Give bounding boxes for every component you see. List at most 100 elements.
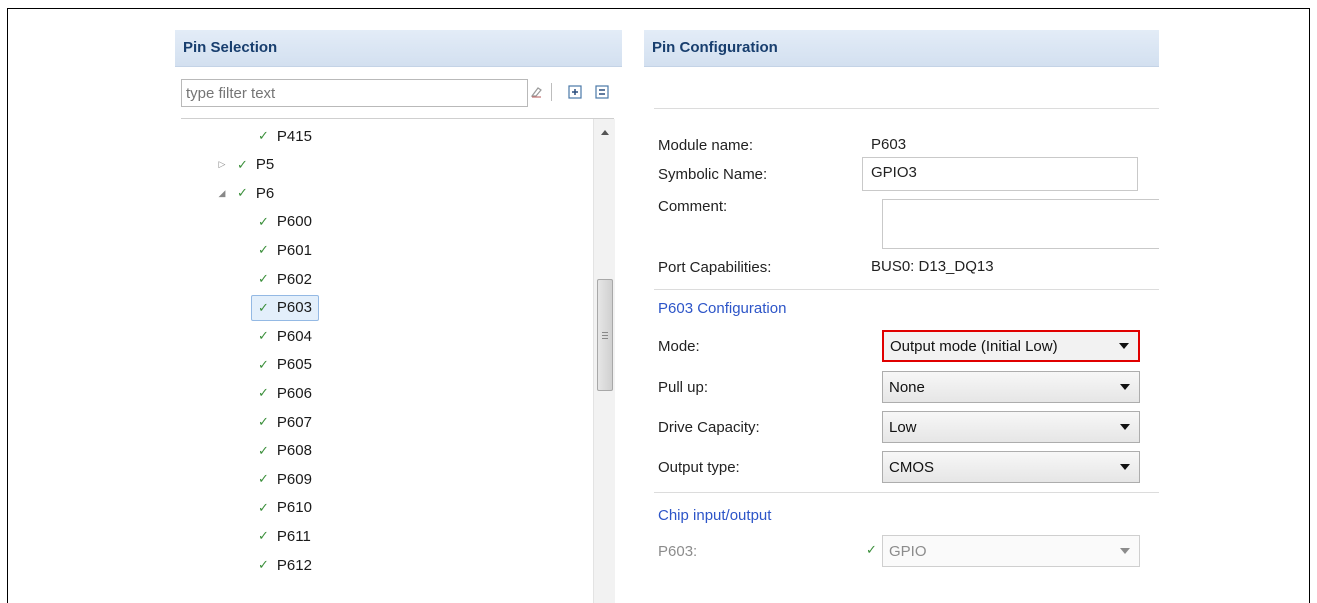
- check-icon: ✓: [237, 185, 248, 201]
- port-capabilities-value: BUS0: D13_DQ13: [871, 258, 994, 275]
- tree-item[interactable]: ✓ P603: [251, 294, 319, 321]
- tree-item-label: P600: [276, 213, 312, 231]
- tree-item-label: P602: [276, 270, 312, 288]
- tree-item-label: P601: [276, 241, 312, 259]
- tree-item[interactable]: ✓ P415: [258, 123, 312, 149]
- tree-item-label: P604: [276, 327, 312, 345]
- tree-item-label: P608: [276, 442, 312, 460]
- tree-item-label: P606: [276, 384, 312, 402]
- pin-tree: ✓ P415 ▷ ✓ P5 ◢ ✓ P6 ✓ P600 ✓ P601 ✓ P602 ✓ P603 ✓ P604 ✓ P…: [181, 118, 615, 603]
- tree-item[interactable]: ✓ P610: [258, 495, 312, 521]
- drive-capacity-value: Low: [889, 418, 917, 436]
- comment-field[interactable]: [882, 199, 1159, 249]
- chevron-down-icon: [1120, 424, 1130, 430]
- scroll-up-icon[interactable]: [601, 130, 609, 135]
- tree-item[interactable]: ◢ ✓ P6: [216, 180, 275, 206]
- pull-up-select[interactable]: None: [882, 371, 1140, 403]
- expanded-arrow-icon[interactable]: ◢: [216, 188, 228, 199]
- tree-item-label: P611: [276, 527, 311, 545]
- tree-item[interactable]: ✓ P612: [258, 552, 312, 578]
- chip-io-pin-value: GPIO: [889, 542, 927, 560]
- chevron-down-icon: [1120, 384, 1130, 390]
- tree-item[interactable]: ▷ ✓ P5: [216, 152, 275, 178]
- comment-row: Comment:: [658, 193, 727, 219]
- scroll-thumb[interactable]: [597, 279, 613, 391]
- check-icon: ✓: [258, 328, 269, 344]
- output-type-select[interactable]: CMOS: [882, 451, 1140, 483]
- check-icon: ✓: [258, 128, 269, 143]
- tree-item[interactable]: ✓ P604: [258, 323, 312, 349]
- check-icon: ✓: [866, 542, 877, 557]
- tree-item[interactable]: ✓ P605: [258, 352, 312, 378]
- mode-row: Mode:: [658, 333, 700, 359]
- mode-label: Mode:: [658, 337, 700, 355]
- tree-item-label: P605: [276, 356, 312, 374]
- output-type-label: Output type:: [658, 458, 740, 476]
- port-capabilities-label: Port Capabilities:: [658, 258, 772, 276]
- tree-item-label: P6: [255, 184, 275, 202]
- check-icon: ✓: [258, 471, 269, 487]
- config-section-title: P603 Configuration: [658, 300, 787, 317]
- tree-item[interactable]: ✓ P607: [258, 409, 312, 435]
- drive-capacity-label: Drive Capacity:: [658, 418, 760, 436]
- expand-all-icon[interactable]: [567, 84, 583, 100]
- collapse-all-icon[interactable]: [594, 84, 610, 100]
- pull-up-label: Pull up:: [658, 378, 709, 396]
- chip-io-select[interactable]: GPIO: [882, 535, 1140, 567]
- tree-item[interactable]: ✓ P609: [258, 466, 312, 492]
- pin-configuration-title: Pin Configuration: [652, 39, 778, 56]
- symbolic-name-label: Symbolic Name:: [658, 165, 768, 183]
- check-icon: ✓: [258, 385, 269, 401]
- chip-io-section-title: Chip input/output: [658, 507, 772, 524]
- symbolic-name-value: GPIO3: [871, 164, 917, 181]
- chevron-down-icon: [1120, 464, 1130, 470]
- module-name-label: Module name:: [658, 136, 754, 154]
- tree-item-label: P415: [276, 127, 312, 145]
- pin-selection-panel: Pin Selection ✓ P415 ▷ ✓ P5 ◢ ✓ P6 ✓ P600 ✓ P601 ✓ P6…: [175, 30, 622, 603]
- chevron-down-icon: [1119, 343, 1129, 349]
- chip-io-pin-label: P603:: [658, 542, 698, 560]
- pull-up-value: None: [889, 378, 925, 396]
- chip-io-row: P603:: [658, 538, 697, 564]
- tree-item[interactable]: ✓ P606: [258, 380, 312, 406]
- check-icon: ✓: [258, 499, 269, 515]
- symbolic-name-field[interactable]: GPIO3: [862, 157, 1138, 191]
- pin-configuration-header: Pin Configuration: [644, 30, 1159, 67]
- port-capabilities-row: Port Capabilities:: [658, 254, 771, 280]
- tree-scrollbar[interactable]: [593, 119, 615, 603]
- tree-item-label: P5: [255, 156, 275, 174]
- check-icon: ✓: [258, 442, 269, 458]
- separator: [654, 289, 1159, 290]
- symbolic-name-row: Symbolic Name:: [658, 161, 767, 187]
- chevron-down-icon: [1120, 548, 1130, 554]
- tree-item[interactable]: ✓ P602: [258, 266, 312, 292]
- grip-line: [602, 335, 608, 336]
- check-icon: ✓: [258, 213, 269, 229]
- drive-capacity-row: Drive Capacity:: [658, 414, 760, 440]
- pull-up-row: Pull up:: [658, 374, 708, 400]
- pin-configuration-panel: Pin Configuration Module name: P603 Symb…: [644, 30, 1159, 603]
- check-icon: ✓: [258, 528, 269, 544]
- tree-item-label: P607: [276, 413, 312, 431]
- output-type-value: CMOS: [889, 458, 934, 476]
- tree-item-label: P610: [276, 499, 312, 517]
- check-icon: ✓: [237, 156, 248, 172]
- grip-line: [602, 332, 608, 333]
- mode-select[interactable]: Output mode (Initial Low): [882, 330, 1140, 362]
- tree-item[interactable]: ✓ P600: [258, 209, 312, 235]
- filter-input[interactable]: [181, 79, 528, 107]
- collapsed-arrow-icon[interactable]: ▷: [216, 159, 228, 170]
- module-name-row: Module name:: [658, 132, 753, 158]
- drive-capacity-select[interactable]: Low: [882, 411, 1140, 443]
- clear-filter-icon[interactable]: [529, 84, 545, 100]
- tree-item[interactable]: ✓ P608: [258, 438, 312, 464]
- tree-item[interactable]: ✓ P601: [258, 237, 312, 263]
- tree-item-label: P612: [276, 556, 312, 574]
- tree-item[interactable]: ✓ P611: [258, 523, 311, 549]
- check-icon: ✓: [258, 299, 269, 315]
- check-icon: ✓: [258, 557, 269, 572]
- check-icon: ✓: [258, 414, 269, 429]
- check-icon: ✓: [258, 242, 269, 258]
- tree-item-label: P603: [276, 299, 312, 317]
- module-name-value: P603: [871, 136, 907, 153]
